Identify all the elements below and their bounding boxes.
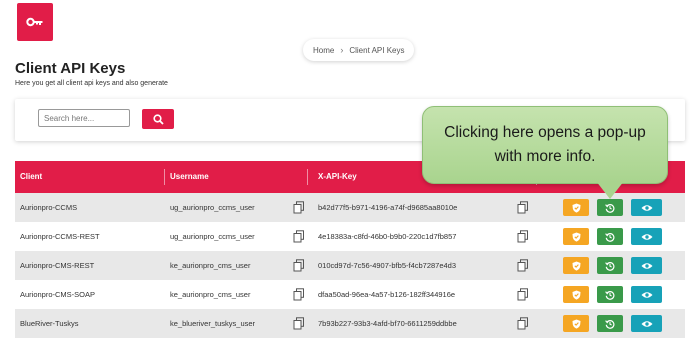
copy-api-key-icon[interactable] bbox=[517, 259, 529, 272]
api-key-cell: b42d77f5-b971-4196-a74f-d9685aa8010e bbox=[318, 203, 458, 212]
table-row: Aurionpro-CMS-REST ke_aurionpro_cms_user 0… bbox=[15, 251, 685, 280]
shield-icon bbox=[572, 261, 581, 271]
copy-api-key-icon[interactable] bbox=[517, 288, 529, 301]
history-icon bbox=[605, 261, 615, 271]
history-button[interactable] bbox=[597, 257, 623, 274]
header-divider bbox=[164, 169, 165, 185]
history-button[interactable] bbox=[597, 315, 623, 332]
history-button[interactable] bbox=[597, 228, 623, 245]
callout-pointer bbox=[596, 181, 624, 199]
copy-api-key-icon[interactable] bbox=[517, 230, 529, 243]
eye-icon bbox=[641, 233, 653, 241]
search-button[interactable] bbox=[142, 109, 174, 129]
copy-api-key-icon[interactable] bbox=[517, 201, 529, 214]
table-row: Aurionpro-CCMS ug_aurionpro_ccms_user b42d… bbox=[15, 193, 685, 222]
api-key-cell: 010cd97d-7c56-4907-bfb5-f4cb7287e4d3 bbox=[318, 261, 457, 270]
history-icon bbox=[605, 203, 615, 213]
shield-icon bbox=[572, 290, 581, 300]
history-button[interactable] bbox=[597, 199, 623, 216]
api-key-cell: dfaa50ad-96ea-4a57-b126-182ff344916e bbox=[318, 290, 456, 299]
table-body: Aurionpro-CCMS ug_aurionpro_ccms_user b42d… bbox=[15, 193, 685, 338]
client-cell: Aurionpro-CMS-REST bbox=[20, 261, 95, 270]
shield-button[interactable] bbox=[563, 257, 589, 274]
callout-text: Clicking here opens a pop-up with more i… bbox=[444, 124, 646, 165]
view-button[interactable] bbox=[631, 315, 662, 332]
view-button[interactable] bbox=[631, 257, 662, 274]
shield-button[interactable] bbox=[563, 228, 589, 245]
search-input[interactable] bbox=[38, 109, 130, 127]
username-cell: ug_aurionpro_ccms_user bbox=[170, 232, 255, 241]
client-cell: Aurionpro-CCMS bbox=[20, 203, 78, 212]
header-username: Username bbox=[170, 172, 209, 181]
search-icon bbox=[152, 113, 164, 125]
client-cell: Aurionpro-CCMS-REST bbox=[20, 232, 100, 241]
key-icon bbox=[26, 17, 43, 27]
breadcrumb-separator: › bbox=[340, 45, 344, 55]
shield-icon bbox=[572, 203, 581, 213]
shield-icon bbox=[572, 319, 581, 329]
copy-username-icon[interactable] bbox=[293, 230, 305, 243]
copy-username-icon[interactable] bbox=[293, 317, 305, 330]
history-icon bbox=[605, 319, 615, 329]
history-button[interactable] bbox=[597, 286, 623, 303]
header-client: Client bbox=[20, 172, 43, 181]
copy-username-icon[interactable] bbox=[293, 259, 305, 272]
api-keys-table: Client Username X-API-Key Aurionpro-CCMS… bbox=[15, 161, 685, 338]
table-row: Aurionpro-CMS-SOAP ke_aurionpro_cms_user d… bbox=[15, 280, 685, 309]
breadcrumb-home[interactable]: Home bbox=[313, 46, 334, 55]
copy-username-icon[interactable] bbox=[293, 288, 305, 301]
view-button[interactable] bbox=[631, 286, 662, 303]
shield-icon bbox=[572, 232, 581, 242]
header-divider bbox=[307, 169, 308, 185]
eye-icon bbox=[641, 204, 653, 212]
api-key-cell: 7b93b227-93b3-4afd-bf70-6611259ddbbe bbox=[318, 319, 457, 328]
shield-button[interactable] bbox=[563, 199, 589, 216]
page-subtitle: Here you get all client api keys and als… bbox=[15, 80, 168, 87]
eye-icon bbox=[641, 320, 653, 328]
eye-icon bbox=[641, 291, 653, 299]
shield-button[interactable] bbox=[563, 315, 589, 332]
history-icon bbox=[605, 290, 615, 300]
breadcrumb: Home › Client API Keys bbox=[303, 39, 415, 61]
api-key-cell: 4e18383a-c8fd-46b0-b9b0-220c1d7fb857 bbox=[318, 232, 457, 241]
username-cell: ke_aurionpro_cms_user bbox=[170, 290, 251, 299]
username-cell: ke_aurionpro_cms_user bbox=[170, 261, 251, 270]
client-cell: BlueRiver-Tuskys bbox=[20, 319, 79, 328]
eye-icon bbox=[641, 262, 653, 270]
header-api-key: X-API-Key bbox=[318, 172, 357, 181]
client-cell: Aurionpro-CMS-SOAP bbox=[20, 290, 96, 299]
history-icon bbox=[605, 232, 615, 242]
table-row: BlueRiver-Tuskys ke_blueriver_tuskys_user… bbox=[15, 309, 685, 338]
app-logo[interactable] bbox=[17, 3, 53, 41]
copy-username-icon[interactable] bbox=[293, 201, 305, 214]
username-cell: ke_blueriver_tuskys_user bbox=[170, 319, 256, 328]
page-title: Client API Keys bbox=[15, 60, 126, 77]
shield-button[interactable] bbox=[563, 286, 589, 303]
view-button[interactable] bbox=[631, 199, 662, 216]
copy-api-key-icon[interactable] bbox=[517, 317, 529, 330]
table-row: Aurionpro-CCMS-REST ug_aurionpro_ccms_use… bbox=[15, 222, 685, 251]
view-button[interactable] bbox=[631, 228, 662, 245]
tooltip-callout: Clicking here opens a pop-up with more i… bbox=[422, 106, 668, 184]
username-cell: ug_aurionpro_ccms_user bbox=[170, 203, 255, 212]
breadcrumb-current: Client API Keys bbox=[349, 45, 405, 55]
